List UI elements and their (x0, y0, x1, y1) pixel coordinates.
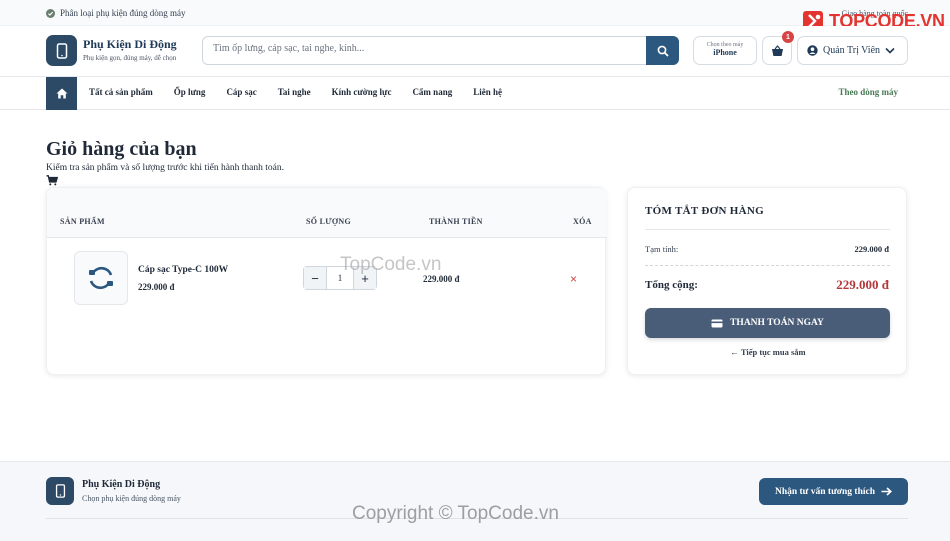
nav-item-contact[interactable]: Liên hệ (473, 87, 502, 97)
user-name: Quản Trị Viên (823, 45, 881, 56)
product-thumbnail[interactable] (74, 251, 128, 305)
checkout-button-label: THANH TOÁN NGAY (730, 318, 824, 328)
page-subtitle: Kiểm tra sản phẩm và số lượng trước khi … (46, 163, 285, 173)
cable-sync-icon (89, 266, 113, 290)
order-summary-card: TÓM TẮT ĐƠN HÀNG Tạm tính: 229.000 đ Tổn… (627, 187, 907, 375)
total-label: Tổng cộng: (645, 279, 698, 291)
column-header-remove: XÓA (573, 217, 592, 226)
home-button[interactable] (46, 77, 77, 110)
remove-item-button[interactable]: × (570, 272, 577, 286)
column-header-quantity: SỐ LƯỢNG (306, 217, 351, 226)
device-selector-value: iPhone (713, 48, 737, 57)
nav-item-phone-cases[interactable]: Ốp lưng (174, 87, 206, 97)
nav-item-guides[interactable]: Cẩm nang (412, 87, 452, 97)
subtotal-label: Tạm tính: (645, 244, 679, 254)
cart-table-card: SẢN PHẨM SỐ LƯỢNG THÀNH TIỀN XÓA Cáp sạc… (46, 187, 607, 375)
column-header-product: SẢN PHẨM (60, 217, 105, 226)
total-value: 229.000 đ (836, 277, 889, 292)
nav-item-tempered-glass[interactable]: Kính cường lực (332, 87, 392, 97)
user-icon (807, 45, 818, 56)
phone-icon (55, 484, 65, 498)
site-header: Phụ Kiện Di Động Phụ kiện gọn, đúng máy,… (0, 26, 950, 77)
center-watermark: TopCode.vn (340, 254, 442, 275)
nav-item-charging-cables[interactable]: Cáp sạc (226, 87, 256, 97)
column-header-line-total: THÀNH TIỀN (429, 217, 483, 226)
page-title: Giỏ hàng của bạn (46, 138, 197, 160)
nav-item-headphones[interactable]: Tai nghe (278, 87, 311, 97)
cart-table-header (47, 188, 607, 238)
site-footer: Phụ Kiện Di Động Chọn phụ kiện đúng dòng… (0, 461, 950, 541)
user-menu-button[interactable]: Quản Trị Viên (797, 36, 908, 65)
cart-count-badge: 1 (782, 31, 794, 43)
search-icon (657, 45, 669, 57)
product-unit-price: 229.000 đ (138, 282, 175, 292)
arrow-right-icon (881, 487, 893, 496)
phone-icon (56, 42, 67, 59)
shopping-cart-icon (46, 175, 58, 186)
checkout-button[interactable]: THANH TOÁN NGAY (645, 308, 890, 338)
chevron-down-icon (885, 47, 895, 54)
nav-follow-by-model[interactable]: Theo dòng máy (838, 87, 898, 97)
search-bar (202, 36, 679, 65)
brand-logo[interactable] (46, 35, 77, 66)
summary-dashed-divider (645, 265, 890, 266)
home-icon (56, 88, 67, 99)
quantity-decrease-button[interactable]: − (304, 267, 326, 289)
product-name[interactable]: Cáp sạc Type-C 100W (138, 265, 228, 275)
footer-brand-name: Phụ Kiện Di Động (82, 479, 161, 490)
summary-divider (645, 229, 890, 230)
check-circle-icon (46, 8, 55, 18)
order-summary-title: TÓM TẮT ĐƠN HÀNG (645, 205, 764, 217)
footer-logo[interactable] (46, 477, 74, 505)
footer-brand-tagline: Chọn phụ kiện đúng dòng máy (82, 494, 181, 503)
copyright-watermark: Copyright © TopCode.vn (352, 503, 559, 524)
search-button[interactable] (646, 36, 679, 65)
credit-card-icon (711, 319, 723, 327)
subtotal-value: 229.000 đ (854, 244, 889, 254)
brand-name[interactable]: Phụ Kiện Di Động (83, 37, 177, 52)
device-selector-button[interactable]: Chọn theo máy iPhone (693, 36, 757, 65)
brand-tagline: Phụ kiện gọn, đúng máy, dễ chọn (83, 54, 177, 62)
compatibility-consult-label: Nhận tư vấn tương thích (774, 486, 876, 497)
continue-shopping-link[interactable]: ← Tiếp tục mua sắm (628, 347, 908, 357)
compatibility-consult-button[interactable]: Nhận tư vấn tương thích (759, 478, 908, 505)
main-nav: Tất cả sản phẩm Ốp lưng Cáp sạc Tai nghe… (0, 77, 950, 110)
top-info-text: Phân loại phụ kiện đúng dòng máy (60, 8, 186, 18)
basket-icon (771, 44, 783, 56)
nav-item-all-products[interactable]: Tất cả sản phẩm (89, 87, 153, 97)
search-input[interactable] (213, 43, 633, 54)
top-info-left: Phân loại phụ kiện đúng dòng máy (46, 8, 186, 18)
